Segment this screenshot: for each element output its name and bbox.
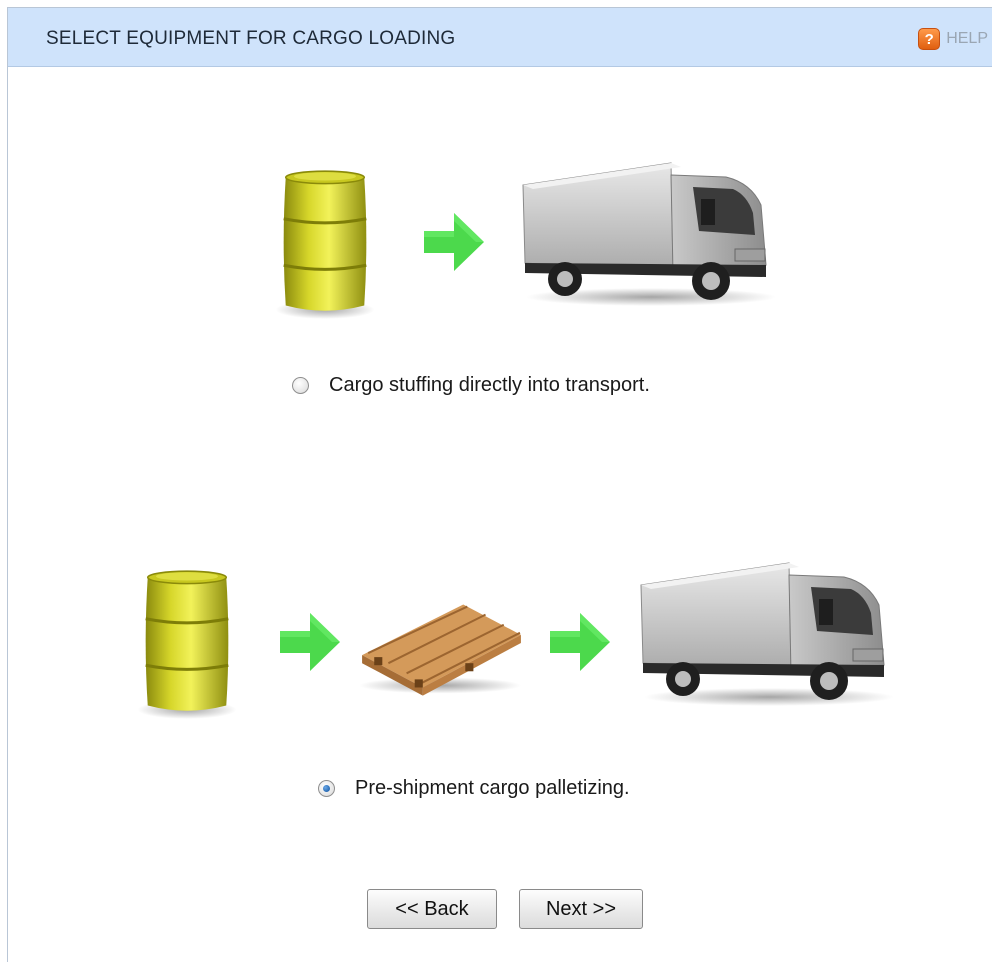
truck-icon xyxy=(520,155,782,315)
barrel-icon xyxy=(132,565,242,720)
arrow-right-icon xyxy=(278,611,342,673)
next-button[interactable]: Next >> xyxy=(519,889,643,929)
barrel-icon xyxy=(270,165,380,320)
truck-icon xyxy=(638,555,900,715)
dialog-frame xyxy=(7,7,992,962)
option-palletizing[interactable]: Pre-shipment cargo palletizing. xyxy=(318,777,630,800)
option-label: Pre-shipment cargo palletizing. xyxy=(355,777,630,799)
page-title: SELECT EQUIPMENT FOR CARGO LOADING xyxy=(46,28,456,49)
radio-palletizing[interactable] xyxy=(318,780,335,797)
arrow-right-icon xyxy=(548,611,612,673)
option-label: Cargo stuffing directly into transport. xyxy=(329,374,650,396)
help-label: HELP xyxy=(946,30,988,47)
pallet-icon xyxy=(354,595,526,699)
help-icon: ? xyxy=(918,28,941,50)
dialog-header: SELECT EQUIPMENT FOR CARGO LOADING ? HEL… xyxy=(8,8,992,67)
arrow-right-icon xyxy=(422,211,486,273)
radio-direct-stuffing[interactable] xyxy=(292,377,309,394)
option-direct-stuffing[interactable]: Cargo stuffing directly into transport. xyxy=(292,374,650,397)
help-button[interactable]: ? HELP xyxy=(918,28,988,50)
back-button[interactable]: << Back xyxy=(367,889,497,929)
